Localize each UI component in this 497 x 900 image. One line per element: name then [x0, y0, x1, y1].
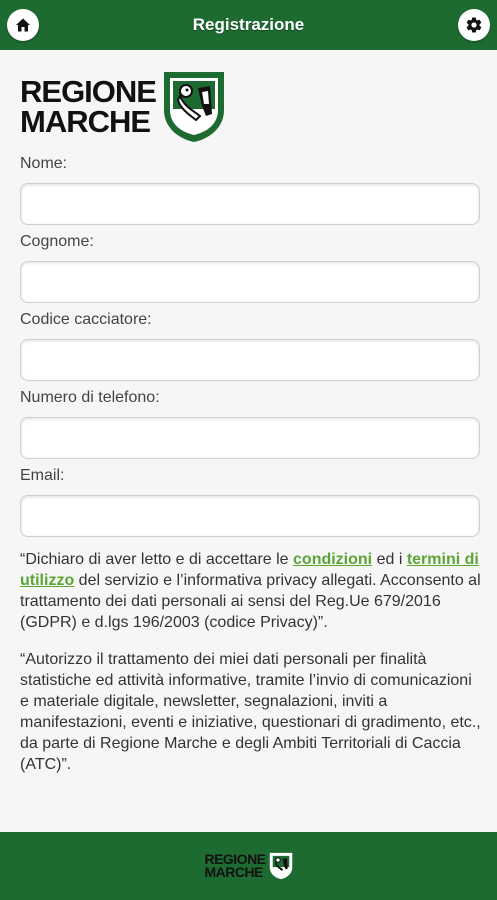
nome-label: Nome:	[20, 155, 68, 172]
nome-input[interactable]	[20, 183, 480, 225]
email-label: Email:	[20, 467, 65, 484]
privacy-consent-text: “Dichiaro di aver letto e di accettare l…	[20, 549, 482, 633]
condizioni-link[interactable]: condizioni	[293, 551, 372, 568]
consent-text-mid: ed i	[372, 551, 407, 568]
marketing-consent-text: “Autorizzo il trattamento dei miei dati …	[20, 651, 481, 773]
codice-cacciatore-label: Codice cacciatore:	[20, 311, 152, 328]
settings-button[interactable]	[458, 9, 490, 41]
telefono-input[interactable]	[20, 417, 480, 459]
footer-shield-icon	[269, 852, 292, 880]
gear-icon	[466, 17, 482, 33]
cognome-input[interactable]	[20, 261, 480, 303]
footer-logo-line2: MARCHE	[204, 864, 263, 880]
consent-text-end: del servizio e l’informativa privacy all…	[20, 572, 481, 631]
footer-logo: REGIONE MARCHE	[204, 852, 292, 880]
regione-marche-logo: REGIONE MARCHE	[20, 68, 481, 146]
logo-line1: REGIONE	[20, 74, 157, 109]
cognome-label: Cognome:	[20, 233, 94, 250]
page-title: Registrazione	[192, 15, 305, 34]
telefono-label: Numero di telefono:	[20, 389, 160, 406]
home-icon	[16, 18, 30, 32]
top-bar: Registrazione	[0, 0, 497, 50]
home-button[interactable]	[7, 9, 39, 41]
logo-line2: MARCHE	[20, 104, 151, 139]
email-input[interactable]	[20, 495, 480, 537]
shield-icon	[163, 72, 224, 142]
footer-bar: REGIONE MARCHE	[0, 832, 497, 900]
registration-content[interactable]: REGIONE MARCHE Nome: Cognome: Codice cac…	[0, 50, 497, 832]
codice-cacciatore-input[interactable]	[20, 339, 480, 381]
consent-text-start: “Dichiaro di aver letto e di accettare l…	[20, 551, 294, 568]
